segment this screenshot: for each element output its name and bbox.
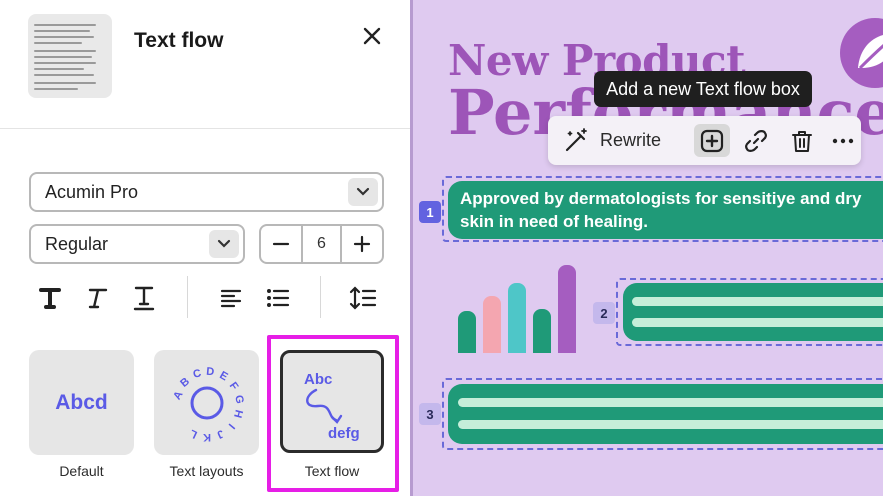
- add-text-flow-tooltip: Add a new Text flow box: [594, 71, 812, 107]
- font-size-value[interactable]: 6: [301, 226, 342, 262]
- text-flow-number-2: 2: [593, 302, 615, 324]
- align-left-button[interactable]: [216, 283, 246, 313]
- text-flow-line-1: Approved by dermatologists for sensitiye…: [460, 189, 862, 208]
- text-flow-preview-top: Abc: [304, 371, 332, 388]
- svg-text:L: L: [187, 426, 198, 440]
- placeholder-line: [458, 420, 883, 429]
- ellipsis-icon[interactable]: [831, 129, 855, 153]
- chevron-down-icon[interactable]: [348, 178, 378, 206]
- chevron-down-icon[interactable]: [209, 230, 239, 258]
- chart-bar: [508, 283, 526, 353]
- text-flow-line-2: skin in need of healing.: [460, 212, 648, 231]
- toolbar-divider: [320, 276, 321, 318]
- default-preview: Abcd: [55, 390, 108, 414]
- minus-icon[interactable]: [272, 235, 290, 253]
- bullet-list-icon[interactable]: [263, 283, 293, 313]
- bold-button[interactable]: [35, 283, 65, 313]
- text-flow-number-1: 1: [419, 201, 441, 223]
- underline-t-icon[interactable]: [129, 283, 159, 313]
- document-thumbnail: [28, 14, 112, 98]
- card-default[interactable]: Abcd: [29, 350, 134, 455]
- svg-text:H: H: [231, 408, 245, 419]
- placeholder-line: [632, 297, 883, 306]
- design-canvas[interactable]: New Product Performance 1 Approved by de…: [410, 0, 883, 496]
- canvas-edge: [410, 0, 413, 496]
- svg-text:C: C: [191, 367, 202, 381]
- chart-bar: [533, 309, 551, 353]
- magic-wand-icon[interactable]: [562, 127, 590, 155]
- svg-text:J: J: [214, 426, 225, 439]
- toolbar-divider: [187, 276, 188, 318]
- italic-t-icon[interactable]: [81, 283, 111, 313]
- svg-text:B: B: [178, 375, 192, 389]
- leaf-logo-icon: [858, 35, 883, 70]
- panel-divider: [0, 128, 410, 129]
- svg-text:F: F: [226, 380, 240, 393]
- font-style-dropdown[interactable]: Regular: [29, 224, 245, 264]
- align-left-icon[interactable]: [216, 283, 246, 313]
- bold-t-icon[interactable]: [35, 283, 65, 313]
- close-button[interactable]: [358, 22, 386, 50]
- plus-square-icon[interactable]: [700, 129, 724, 153]
- rewrite-label: Rewrite: [600, 130, 662, 150]
- text-flow-icon: Abc defg: [304, 371, 360, 442]
- card-label-text-layouts: Text layouts: [169, 463, 244, 479]
- increase-size-button[interactable]: [342, 226, 382, 262]
- text-flow-content-3[interactable]: [448, 384, 883, 444]
- chart-bar: [483, 296, 501, 353]
- link-button[interactable]: [738, 124, 774, 157]
- line-spacing-icon[interactable]: [348, 283, 378, 313]
- font-style-value: Regular: [45, 233, 109, 254]
- brand-logo: [840, 18, 883, 88]
- svg-text:K: K: [202, 431, 210, 443]
- bullet-list-button[interactable]: [263, 283, 293, 313]
- card-text-layouts[interactable]: A B C D E F G H I J K L: [154, 350, 259, 455]
- more-options-button[interactable]: [827, 124, 859, 157]
- svg-text:G: G: [232, 394, 245, 405]
- circular-text-icon: A B C D E F G H I J K L: [171, 365, 245, 443]
- text-flow-content-1[interactable]: Approved by dermatologists for sensitiye…: [448, 181, 883, 239]
- close-icon[interactable]: [358, 22, 386, 50]
- chart-bar: [558, 265, 576, 353]
- chart-bar: [458, 311, 476, 353]
- text-flow-preview-bottom: defg: [328, 425, 360, 442]
- card-label-text-flow: Text flow: [304, 463, 360, 479]
- context-toolbar: Rewrite: [548, 116, 861, 165]
- text-flow-content-2[interactable]: [623, 283, 883, 341]
- delete-button[interactable]: [784, 124, 820, 157]
- svg-text:I: I: [225, 420, 236, 430]
- placeholder-line: [458, 398, 883, 407]
- underline-button[interactable]: [129, 283, 159, 313]
- placeholder-line: [632, 318, 883, 327]
- card-text-flow[interactable]: Abc defg: [280, 350, 384, 453]
- svg-text:D: D: [205, 365, 214, 378]
- decrease-size-button[interactable]: [261, 226, 301, 262]
- panel-title: Text flow: [134, 29, 224, 52]
- plus-icon[interactable]: [353, 235, 371, 253]
- trash-icon[interactable]: [790, 129, 814, 153]
- svg-text:E: E: [217, 369, 229, 383]
- text-flow-panel: Text flow Acumin Pro Regular 6 Abcd Defa…: [0, 0, 410, 496]
- font-size-stepper[interactable]: 6: [259, 224, 384, 264]
- svg-text:A: A: [171, 389, 185, 402]
- font-family-dropdown[interactable]: Acumin Pro: [29, 172, 384, 212]
- add-text-flow-button[interactable]: [694, 124, 730, 157]
- font-family-value: Acumin Pro: [45, 181, 139, 202]
- italic-button[interactable]: [81, 283, 111, 313]
- link-icon[interactable]: [744, 129, 768, 153]
- line-spacing-button[interactable]: [348, 283, 378, 313]
- text-flow-number-3: 3: [419, 403, 441, 425]
- card-label-default: Default: [59, 463, 104, 479]
- rewrite-button[interactable]: Rewrite: [562, 124, 670, 157]
